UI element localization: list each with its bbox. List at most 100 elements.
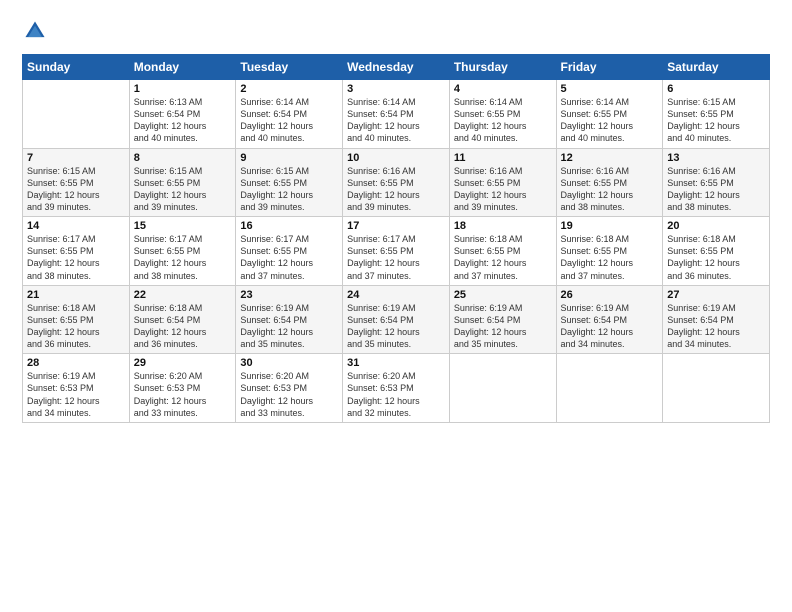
calendar-cell: 22Sunrise: 6:18 AM Sunset: 6:54 PM Dayli… (129, 285, 236, 354)
day-number: 4 (454, 83, 552, 95)
weekday-thursday: Thursday (449, 55, 556, 80)
day-info: Sunrise: 6:19 AM Sunset: 6:54 PM Dayligh… (561, 302, 659, 351)
calendar-cell: 25Sunrise: 6:19 AM Sunset: 6:54 PM Dayli… (449, 285, 556, 354)
day-number: 17 (347, 220, 445, 232)
calendar-cell: 6Sunrise: 6:15 AM Sunset: 6:55 PM Daylig… (663, 80, 770, 149)
day-number: 20 (667, 220, 765, 232)
day-info: Sunrise: 6:18 AM Sunset: 6:55 PM Dayligh… (27, 302, 125, 351)
day-info: Sunrise: 6:17 AM Sunset: 6:55 PM Dayligh… (134, 233, 232, 282)
day-info: Sunrise: 6:14 AM Sunset: 6:54 PM Dayligh… (240, 96, 338, 145)
calendar-cell: 27Sunrise: 6:19 AM Sunset: 6:54 PM Dayli… (663, 285, 770, 354)
day-number: 27 (667, 289, 765, 301)
day-number: 11 (454, 152, 552, 164)
day-info: Sunrise: 6:18 AM Sunset: 6:55 PM Dayligh… (667, 233, 765, 282)
day-number: 28 (27, 357, 125, 369)
calendar-cell: 26Sunrise: 6:19 AM Sunset: 6:54 PM Dayli… (556, 285, 663, 354)
day-info: Sunrise: 6:14 AM Sunset: 6:55 PM Dayligh… (454, 96, 552, 145)
calendar-cell: 29Sunrise: 6:20 AM Sunset: 6:53 PM Dayli… (129, 354, 236, 423)
day-info: Sunrise: 6:19 AM Sunset: 6:54 PM Dayligh… (454, 302, 552, 351)
calendar-cell: 28Sunrise: 6:19 AM Sunset: 6:53 PM Dayli… (23, 354, 130, 423)
weekday-friday: Friday (556, 55, 663, 80)
calendar-cell: 1Sunrise: 6:13 AM Sunset: 6:54 PM Daylig… (129, 80, 236, 149)
calendar-cell: 24Sunrise: 6:19 AM Sunset: 6:54 PM Dayli… (343, 285, 450, 354)
day-number: 3 (347, 83, 445, 95)
calendar-week-2: 7Sunrise: 6:15 AM Sunset: 6:55 PM Daylig… (23, 148, 770, 217)
page-header (22, 18, 770, 44)
day-info: Sunrise: 6:18 AM Sunset: 6:55 PM Dayligh… (561, 233, 659, 282)
day-info: Sunrise: 6:20 AM Sunset: 6:53 PM Dayligh… (347, 370, 445, 419)
calendar-cell: 15Sunrise: 6:17 AM Sunset: 6:55 PM Dayli… (129, 217, 236, 286)
day-number: 29 (134, 357, 232, 369)
calendar-cell: 8Sunrise: 6:15 AM Sunset: 6:55 PM Daylig… (129, 148, 236, 217)
day-number: 15 (134, 220, 232, 232)
day-number: 24 (347, 289, 445, 301)
day-info: Sunrise: 6:13 AM Sunset: 6:54 PM Dayligh… (134, 96, 232, 145)
calendar-cell: 5Sunrise: 6:14 AM Sunset: 6:55 PM Daylig… (556, 80, 663, 149)
calendar-week-5: 28Sunrise: 6:19 AM Sunset: 6:53 PM Dayli… (23, 354, 770, 423)
day-info: Sunrise: 6:19 AM Sunset: 6:54 PM Dayligh… (347, 302, 445, 351)
day-info: Sunrise: 6:17 AM Sunset: 6:55 PM Dayligh… (240, 233, 338, 282)
weekday-header-row: SundayMondayTuesdayWednesdayThursdayFrid… (23, 55, 770, 80)
calendar-week-1: 1Sunrise: 6:13 AM Sunset: 6:54 PM Daylig… (23, 80, 770, 149)
day-number: 22 (134, 289, 232, 301)
calendar-cell: 14Sunrise: 6:17 AM Sunset: 6:55 PM Dayli… (23, 217, 130, 286)
day-info: Sunrise: 6:16 AM Sunset: 6:55 PM Dayligh… (454, 165, 552, 214)
day-number: 30 (240, 357, 338, 369)
day-number: 7 (27, 152, 125, 164)
weekday-sunday: Sunday (23, 55, 130, 80)
weekday-tuesday: Tuesday (236, 55, 343, 80)
calendar-cell: 16Sunrise: 6:17 AM Sunset: 6:55 PM Dayli… (236, 217, 343, 286)
calendar-cell: 7Sunrise: 6:15 AM Sunset: 6:55 PM Daylig… (23, 148, 130, 217)
calendar-cell (663, 354, 770, 423)
day-info: Sunrise: 6:17 AM Sunset: 6:55 PM Dayligh… (27, 233, 125, 282)
day-info: Sunrise: 6:19 AM Sunset: 6:54 PM Dayligh… (667, 302, 765, 351)
day-number: 6 (667, 83, 765, 95)
calendar-cell: 30Sunrise: 6:20 AM Sunset: 6:53 PM Dayli… (236, 354, 343, 423)
day-number: 9 (240, 152, 338, 164)
calendar-cell: 31Sunrise: 6:20 AM Sunset: 6:53 PM Dayli… (343, 354, 450, 423)
day-info: Sunrise: 6:19 AM Sunset: 6:53 PM Dayligh… (27, 370, 125, 419)
day-info: Sunrise: 6:14 AM Sunset: 6:55 PM Dayligh… (561, 96, 659, 145)
day-info: Sunrise: 6:15 AM Sunset: 6:55 PM Dayligh… (27, 165, 125, 214)
day-number: 19 (561, 220, 659, 232)
day-info: Sunrise: 6:18 AM Sunset: 6:54 PM Dayligh… (134, 302, 232, 351)
calendar-cell: 13Sunrise: 6:16 AM Sunset: 6:55 PM Dayli… (663, 148, 770, 217)
day-number: 16 (240, 220, 338, 232)
day-number: 2 (240, 83, 338, 95)
calendar-cell: 4Sunrise: 6:14 AM Sunset: 6:55 PM Daylig… (449, 80, 556, 149)
day-number: 13 (667, 152, 765, 164)
day-info: Sunrise: 6:16 AM Sunset: 6:55 PM Dayligh… (667, 165, 765, 214)
day-number: 31 (347, 357, 445, 369)
day-number: 26 (561, 289, 659, 301)
day-number: 10 (347, 152, 445, 164)
logo-icon (22, 18, 48, 44)
day-info: Sunrise: 6:16 AM Sunset: 6:55 PM Dayligh… (347, 165, 445, 214)
day-info: Sunrise: 6:15 AM Sunset: 6:55 PM Dayligh… (240, 165, 338, 214)
weekday-monday: Monday (129, 55, 236, 80)
calendar-cell: 12Sunrise: 6:16 AM Sunset: 6:55 PM Dayli… (556, 148, 663, 217)
calendar-cell: 23Sunrise: 6:19 AM Sunset: 6:54 PM Dayli… (236, 285, 343, 354)
calendar-cell (449, 354, 556, 423)
day-info: Sunrise: 6:15 AM Sunset: 6:55 PM Dayligh… (134, 165, 232, 214)
day-info: Sunrise: 6:18 AM Sunset: 6:55 PM Dayligh… (454, 233, 552, 282)
calendar-cell: 9Sunrise: 6:15 AM Sunset: 6:55 PM Daylig… (236, 148, 343, 217)
calendar-cell: 11Sunrise: 6:16 AM Sunset: 6:55 PM Dayli… (449, 148, 556, 217)
weekday-wednesday: Wednesday (343, 55, 450, 80)
day-number: 12 (561, 152, 659, 164)
day-info: Sunrise: 6:15 AM Sunset: 6:55 PM Dayligh… (667, 96, 765, 145)
calendar-table: SundayMondayTuesdayWednesdayThursdayFrid… (22, 54, 770, 423)
day-number: 18 (454, 220, 552, 232)
calendar-cell: 20Sunrise: 6:18 AM Sunset: 6:55 PM Dayli… (663, 217, 770, 286)
day-info: Sunrise: 6:17 AM Sunset: 6:55 PM Dayligh… (347, 233, 445, 282)
day-info: Sunrise: 6:20 AM Sunset: 6:53 PM Dayligh… (240, 370, 338, 419)
calendar-cell: 3Sunrise: 6:14 AM Sunset: 6:54 PM Daylig… (343, 80, 450, 149)
logo (22, 18, 52, 44)
day-number: 14 (27, 220, 125, 232)
calendar-cell: 2Sunrise: 6:14 AM Sunset: 6:54 PM Daylig… (236, 80, 343, 149)
day-info: Sunrise: 6:19 AM Sunset: 6:54 PM Dayligh… (240, 302, 338, 351)
day-number: 5 (561, 83, 659, 95)
calendar-week-4: 21Sunrise: 6:18 AM Sunset: 6:55 PM Dayli… (23, 285, 770, 354)
day-info: Sunrise: 6:20 AM Sunset: 6:53 PM Dayligh… (134, 370, 232, 419)
day-number: 1 (134, 83, 232, 95)
weekday-saturday: Saturday (663, 55, 770, 80)
